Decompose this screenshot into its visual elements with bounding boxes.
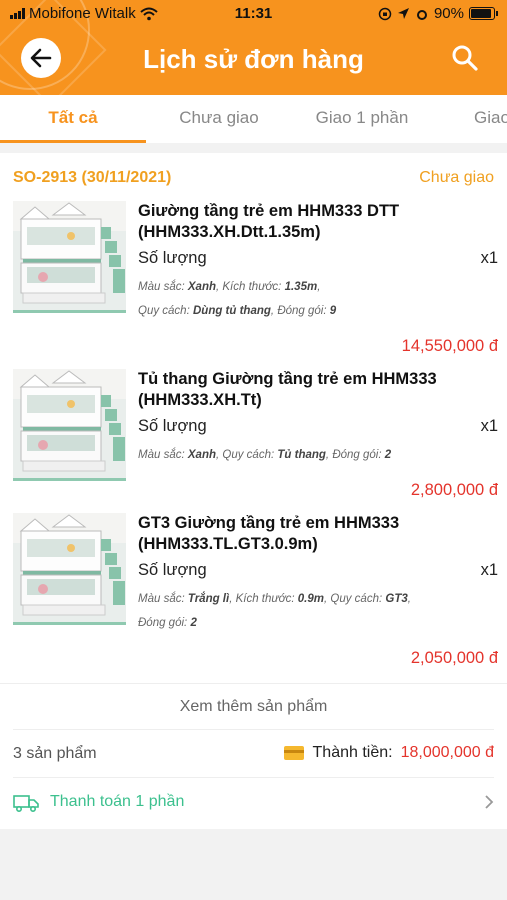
order-item[interactable]: Giường tầng trẻ em HHM333 DTT (HHM333.XH…: [0, 201, 507, 361]
product-attributes: Màu sắc: Trắng lì, Kích thước: 0.9m, Quy…: [138, 593, 411, 629]
order-card[interactable]: SO-2913 (30/11/2021) Chưa giao Giường tầ…: [0, 153, 507, 829]
product-image: [13, 201, 126, 313]
chevron-right-icon: [485, 795, 494, 809]
product-attributes: Màu sắc: Xanh, Kích thước: 1.35m, Quy cá…: [138, 281, 337, 317]
quantity-value: x1: [480, 561, 498, 579]
search-button[interactable]: [451, 44, 479, 72]
product-image: [13, 369, 126, 481]
quantity-value: x1: [480, 249, 498, 267]
order-header: SO-2913 (30/11/2021) Chưa giao: [13, 169, 494, 191]
product-price: 2,800,000 đ: [410, 481, 498, 499]
delivery-truck-icon: [13, 795, 39, 812]
quantity-label: Số lượng: [138, 561, 207, 579]
tab-partially-delivered[interactable]: Giao 1 phần: [292, 95, 432, 143]
order-status-tabs: Tất cả Chưa giao Giao 1 phần Giao: [0, 95, 507, 143]
product-name: GT3 Giường tầng trẻ em HHM333 (HHM333.TL…: [138, 514, 400, 553]
total-label: Thành tiền:: [312, 744, 393, 761]
total-value: 18,000,000 đ: [400, 744, 494, 761]
status-bar: Mobifone Witalk 11:31 90%: [0, 0, 507, 28]
quantity-label: Số lượng: [138, 249, 207, 267]
tab-not-delivered[interactable]: Chưa giao: [146, 95, 292, 143]
product-name: Giường tầng trẻ em HHM333 DTT (HHM333.XH…: [138, 202, 400, 241]
orientation-lock-icon: [378, 7, 392, 20]
app-header: Mobifone Witalk 11:31 90% Lịch sử đơn hà…: [0, 0, 507, 95]
product-count: 3 sản phẩm: [13, 745, 97, 762]
product-name: Tủ thang Giường tầng trẻ em HHM333 (HHM3…: [138, 370, 437, 409]
battery-icon: [469, 7, 498, 20]
order-summary: 3 sản phẩm Thành tiền: 18,000,000 đ: [13, 729, 494, 777]
payment-status: Thanh toán 1 phần: [50, 793, 185, 810]
battery-percent: 90%: [433, 5, 464, 22]
location-icon: [397, 8, 409, 19]
see-more-products-button[interactable]: Xem thêm sản phẩm: [0, 683, 507, 729]
quantity-value: x1: [480, 417, 498, 435]
order-item[interactable]: GT3 Giường tầng trẻ em HHM333 (HHM333.TL…: [0, 513, 507, 673]
tab-delivered[interactable]: Giao: [474, 95, 507, 143]
wallet-icon: [283, 746, 304, 760]
page-title: Lịch sử đơn hàng: [143, 44, 364, 74]
payment-status-row[interactable]: Thanh toán 1 phần: [13, 777, 494, 827]
alarm-icon: [416, 9, 427, 20]
tab-all[interactable]: Tất cả: [0, 95, 146, 143]
product-price: 14,550,000 đ: [401, 337, 498, 355]
product-image: [13, 513, 126, 625]
search-icon: [452, 45, 478, 71]
order-status: Chưa giao: [419, 169, 494, 186]
product-attributes: Màu sắc: Xanh, Quy cách: Tủ thang, Đóng …: [138, 449, 392, 461]
order-item[interactable]: Tủ thang Giường tầng trẻ em HHM333 (HHM3…: [0, 369, 507, 504]
order-total: Thành tiền: 18,000,000 đ: [283, 744, 494, 762]
order-id: SO-2913 (30/11/2021): [13, 169, 172, 186]
quantity-label: Số lượng: [138, 417, 207, 435]
product-price: 2,050,000 đ: [410, 649, 498, 667]
